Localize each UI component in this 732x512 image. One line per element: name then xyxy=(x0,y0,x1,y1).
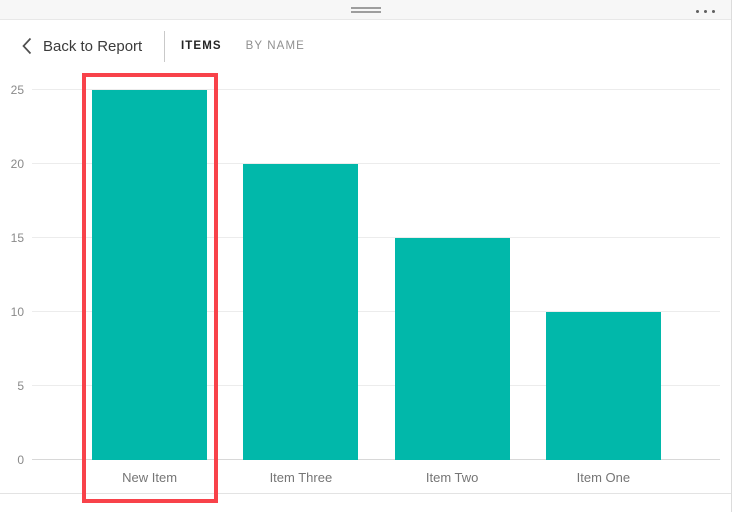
x-axis-category-labels: New ItemItem ThreeItem TwoItem One xyxy=(74,469,679,487)
bar-item-one[interactable] xyxy=(546,312,661,460)
more-options-icon[interactable] xyxy=(694,8,717,15)
y-tick-label: 25 xyxy=(11,83,24,97)
back-to-report-button[interactable]: Back to Report xyxy=(22,37,142,55)
y-tick-label: 0 xyxy=(17,453,24,467)
x-axis-label: Item Three xyxy=(225,469,376,487)
drag-handle-icon[interactable] xyxy=(351,7,381,13)
toolbar-divider xyxy=(164,31,165,62)
toolbar: Back to Report ITEMS BY NAME xyxy=(0,20,731,72)
x-axis-label: New Item xyxy=(74,469,225,487)
tab-by-name[interactable]: BY NAME xyxy=(246,40,305,52)
visual-bottom-border xyxy=(0,493,731,494)
bar-slot xyxy=(74,90,225,460)
y-tick-label: 10 xyxy=(11,305,24,319)
back-to-report-label: Back to Report xyxy=(43,38,142,55)
y-tick-label: 20 xyxy=(11,157,24,171)
x-axis-label: Item One xyxy=(528,469,679,487)
tab-bar: ITEMS BY NAME xyxy=(181,20,305,72)
bar-series xyxy=(74,90,679,460)
tab-items[interactable]: ITEMS xyxy=(181,40,222,52)
titlebar xyxy=(0,0,731,20)
bar-item-three[interactable] xyxy=(243,164,358,460)
bar-new-item[interactable] xyxy=(92,90,207,460)
x-axis-label: Item Two xyxy=(377,469,528,487)
bar-slot xyxy=(377,90,528,460)
y-tick-label: 5 xyxy=(17,379,24,393)
bar-slot xyxy=(528,90,679,460)
bar-chart-plot-area xyxy=(32,90,720,460)
visual-focus-mode-window: Back to Report ITEMS BY NAME 0 5 10 15 20 25 N… xyxy=(0,0,732,512)
y-axis-tick-labels: 0510152025 xyxy=(0,90,24,460)
bar-item-two[interactable] xyxy=(395,238,510,460)
bar-slot xyxy=(225,90,376,460)
chevron-left-icon xyxy=(22,37,32,55)
y-tick-label: 15 xyxy=(11,231,24,245)
